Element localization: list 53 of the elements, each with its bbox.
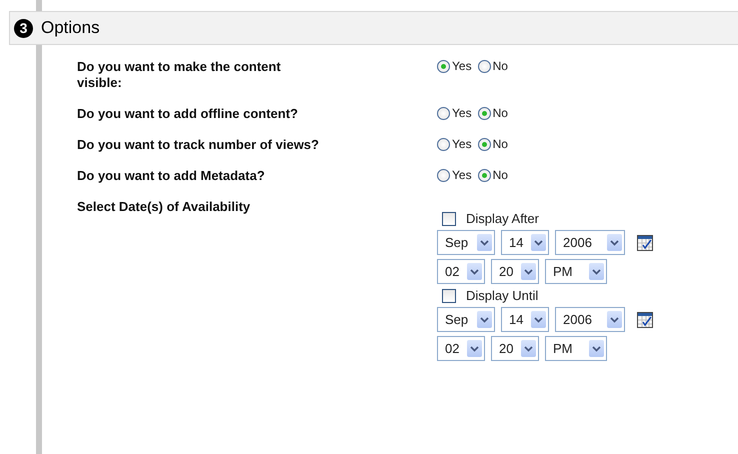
chevron-icon (610, 316, 619, 322)
question-label: Do you want to add offline content? (77, 106, 299, 122)
chevron-icon (592, 346, 601, 352)
chevron-icon (534, 316, 543, 322)
chevron-icon (610, 240, 619, 246)
dropdown[interactable]: PM (545, 259, 607, 284)
calendar-icon[interactable] (637, 312, 653, 328)
radio-button[interactable] (478, 60, 491, 72)
question-label: Do you want to track number of views? (77, 137, 320, 153)
dropdown[interactable]: 2006 (555, 230, 625, 255)
chevron-icon (480, 316, 489, 322)
chevron-icon (592, 268, 601, 274)
radio-label: No (492, 59, 508, 73)
radio-button[interactable] (478, 168, 491, 182)
question-label: Select Date(s) of Availability (77, 199, 252, 216)
radio-label: No (492, 106, 508, 120)
section-title: Options (41, 18, 100, 38)
chevron-icon (470, 268, 479, 274)
dropdown[interactable]: 02 (437, 336, 485, 361)
radio-button[interactable] (478, 138, 491, 150)
radio-label: Yes (452, 106, 472, 120)
radio-label: No (492, 168, 508, 182)
radio-button[interactable] (437, 168, 450, 182)
radio-label: No (492, 137, 508, 151)
question-label: Do you want to add Metadata? (77, 168, 266, 184)
radio-label: Yes (452, 168, 472, 182)
dropdown[interactable]: 20 (491, 336, 539, 361)
checkbox[interactable] (442, 212, 456, 226)
radio-label: Yes (452, 137, 472, 151)
chevron-icon (534, 240, 543, 246)
chevron-icon (524, 346, 533, 352)
checkbox-label: Display After (466, 211, 539, 226)
checkbox[interactable] (442, 288, 456, 302)
dropdown[interactable]: 02 (437, 259, 485, 284)
dropdown[interactable]: 14 (501, 307, 549, 332)
radio-button[interactable] (437, 60, 450, 72)
chevron-icon (524, 268, 533, 274)
dropdown[interactable]: PM (545, 336, 607, 361)
dropdown[interactable]: Sep (437, 307, 495, 332)
question-label: Do you want to make the content visible: (77, 59, 282, 91)
calendar-icon[interactable] (637, 234, 653, 250)
radio-label: Yes (452, 59, 472, 73)
radio-button[interactable] (437, 138, 450, 150)
dropdown[interactable]: 2006 (555, 307, 625, 332)
dropdown[interactable]: 14 (501, 230, 549, 255)
step-number-badge: 3 (14, 18, 33, 38)
chevron-icon (480, 240, 489, 246)
chevron-icon (470, 346, 479, 352)
radio-button[interactable] (478, 106, 491, 120)
radio-button[interactable] (437, 106, 450, 120)
dropdown[interactable]: Sep (437, 230, 495, 255)
checkbox-label: Display Until (466, 288, 538, 303)
dropdown[interactable]: 20 (491, 259, 539, 284)
